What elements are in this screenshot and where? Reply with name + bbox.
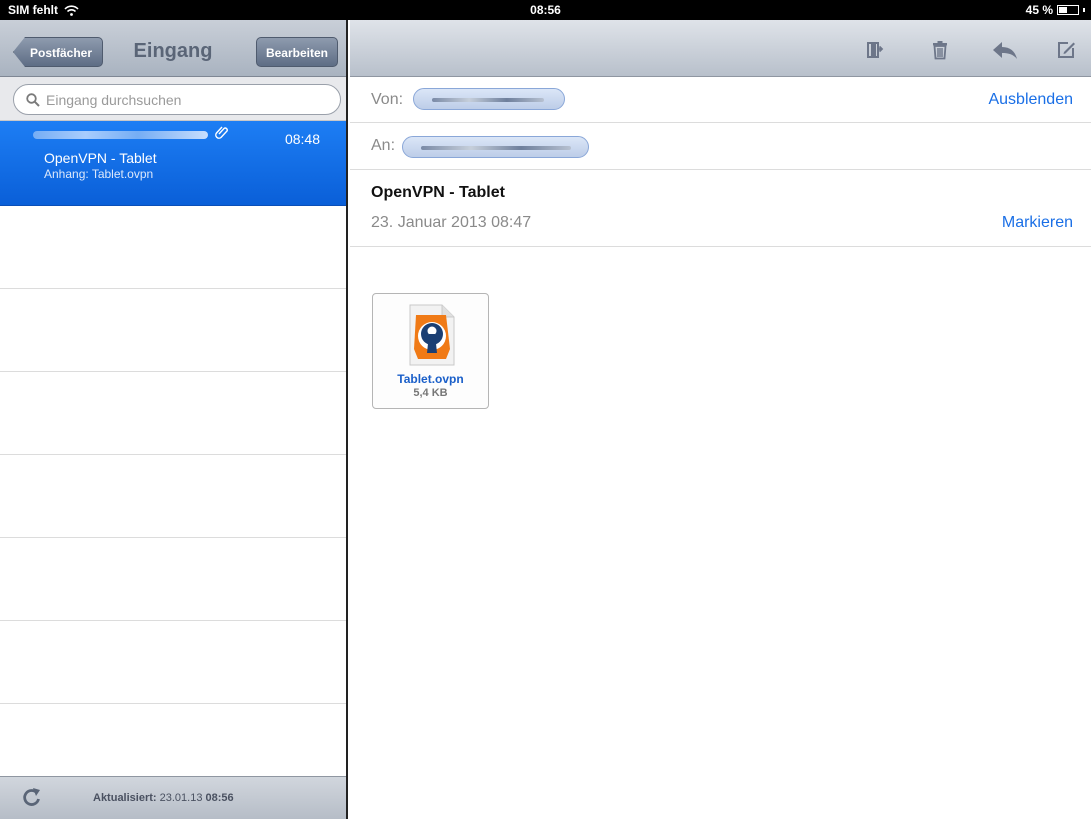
list-row	[0, 372, 346, 455]
list-row	[0, 621, 346, 704]
to-address-pill[interactable]	[402, 136, 589, 158]
message-list-item[interactable]: 08:48 OpenVPN - Tablet Anhang: Tablet.ov…	[0, 121, 346, 206]
openvpn-file-icon	[406, 303, 458, 372]
list-row	[0, 704, 346, 787]
attachment-paperclip-icon	[215, 125, 229, 144]
to-row: An:	[350, 123, 1091, 170]
updated-label: Aktualisiert:	[93, 792, 157, 804]
updated-time: 08:56	[205, 792, 234, 804]
search-icon	[26, 92, 40, 107]
delete-button[interactable]	[927, 37, 953, 63]
reply-icon	[993, 42, 1017, 59]
search-field[interactable]	[13, 84, 341, 115]
refresh-icon	[23, 788, 40, 806]
message-toolbar	[350, 20, 1091, 77]
battery-status: 45 %	[1026, 3, 1085, 17]
attachment-size: 5,4 KB	[413, 387, 448, 399]
refresh-button[interactable]	[22, 787, 42, 813]
empty-list-rows	[0, 206, 346, 787]
message-pane: Von: Ausblenden An: OpenVPN - Tablet 23.…	[350, 20, 1091, 819]
updated-date: 23.01.13	[159, 792, 203, 804]
edit-button[interactable]: Bearbeiten	[255, 37, 338, 67]
message-time: 08:48	[284, 131, 320, 147]
compose-button[interactable]	[1053, 37, 1079, 63]
from-label: Von:	[371, 91, 404, 108]
attachment-name: Tablet.ovpn	[397, 372, 464, 386]
from-address-pill[interactable]	[413, 88, 565, 110]
list-row	[0, 455, 346, 538]
list-row	[0, 289, 346, 372]
hide-details-link[interactable]: Ausblenden	[988, 91, 1073, 109]
mailbox-toolbar: Aktualisiert: 23.01.13 08:56	[0, 776, 346, 819]
search-input[interactable]	[46, 91, 306, 108]
status-bar: SIM fehlt 08:56 45 %	[0, 0, 1091, 20]
reply-button[interactable]	[992, 37, 1018, 63]
message-subject-title: OpenVPN - Tablet	[371, 184, 505, 201]
move-folder-icon	[867, 42, 884, 58]
mark-link[interactable]: Markieren	[1002, 214, 1073, 232]
search-bar	[0, 77, 346, 121]
message-preview: Anhang: Tablet.ovpn	[44, 167, 154, 181]
mailbox-pane: Postfächer Eingang Bearbeiten 08:48 Open…	[0, 20, 348, 819]
status-time: 08:56	[530, 3, 561, 17]
list-row	[0, 206, 346, 289]
battery-percent: 45 %	[1025, 3, 1053, 17]
from-row: Von: Ausblenden	[350, 77, 1091, 123]
sender-redacted	[33, 131, 208, 139]
move-button[interactable]	[862, 37, 888, 63]
subject-block	[350, 170, 1091, 247]
list-row	[0, 538, 346, 621]
message-subject: OpenVPN - Tablet	[44, 150, 157, 166]
battery-icon	[1057, 5, 1079, 15]
trash-icon	[933, 41, 947, 60]
attachment-tile[interactable]: Tablet.ovpn 5,4 KB	[372, 293, 489, 409]
mailbox-nav-bar: Postfächer Eingang Bearbeiten	[0, 20, 346, 77]
compose-icon	[1058, 42, 1075, 58]
last-updated: Aktualisiert: 23.01.13 08:56	[93, 792, 234, 804]
message-date: 23. Januar 2013 08:47	[371, 214, 532, 231]
to-label: An:	[371, 137, 396, 154]
